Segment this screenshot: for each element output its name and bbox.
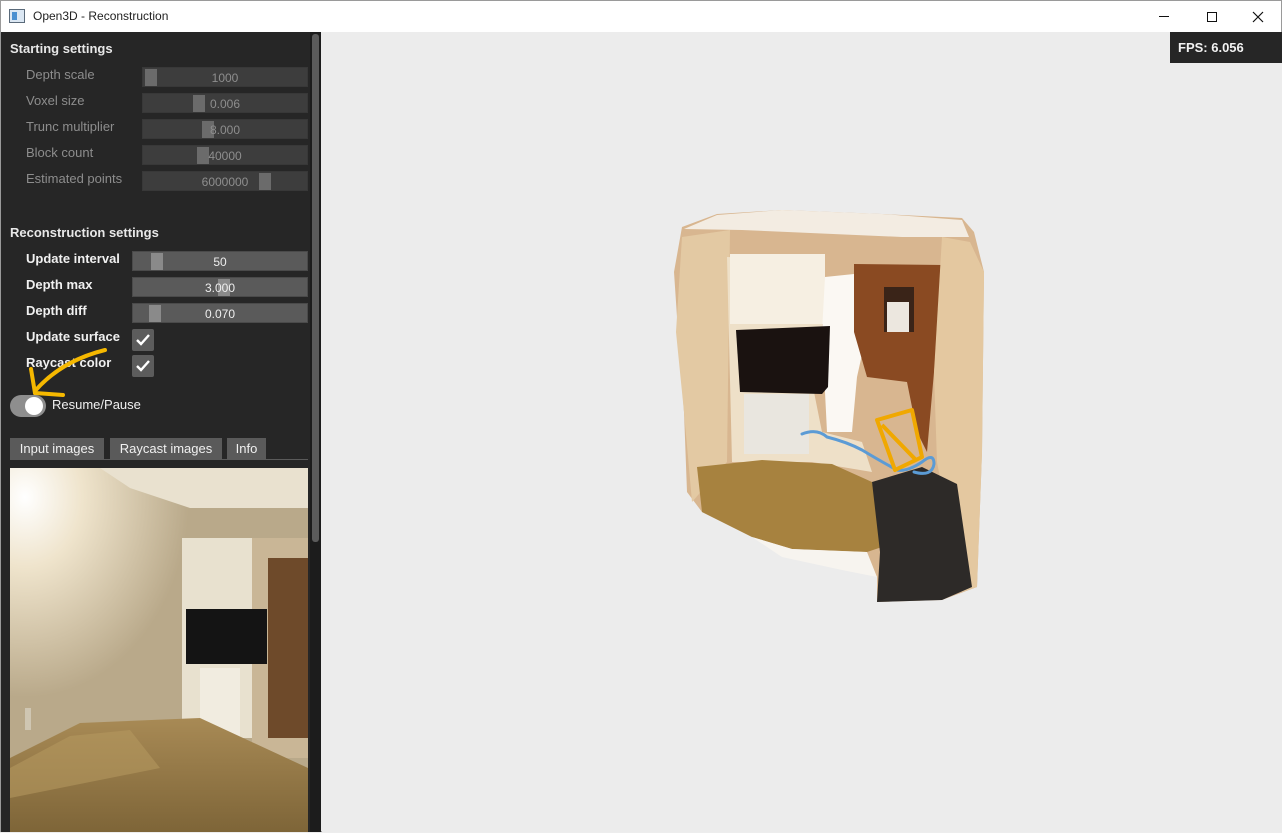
update-interval-slider[interactable]: 50: [132, 251, 308, 271]
update-surface-label: Update surface: [26, 329, 120, 344]
depth-max-slider[interactable]: 3.000: [132, 277, 308, 297]
checkmark-icon: [136, 334, 150, 346]
settings-panel: Starting settings Depth scale 1000 Voxel…: [1, 32, 321, 832]
window-title: Open3D - Reconstruction: [33, 9, 169, 23]
voxel-size-label: Voxel size: [26, 93, 85, 108]
depth-diff-value: 0.070: [204, 307, 236, 321]
sidebar-scrollbar[interactable]: [310, 32, 321, 832]
tab-raycast-images[interactable]: Raycast images: [110, 438, 222, 460]
estimated-points-value: 6000000: [201, 175, 249, 189]
tab-input-images[interactable]: Input images: [10, 438, 104, 460]
depth-max-label: Depth max: [26, 277, 93, 292]
update-interval-label: Update interval: [26, 251, 120, 266]
depth-diff-slider[interactable]: 0.070: [132, 303, 308, 323]
maximize-button[interactable]: [1189, 1, 1235, 32]
update-interval-value: 50: [213, 255, 227, 269]
starting-settings-title: Starting settings: [10, 41, 113, 56]
app-icon: [9, 9, 25, 23]
raycast-color-checkbox[interactable]: [132, 355, 154, 377]
trunc-multiplier-value: 8.000: [209, 123, 241, 137]
resume-pause-label: Resume/Pause: [52, 397, 141, 412]
voxel-size-slider[interactable]: 0.006: [142, 93, 308, 113]
reconstruction-settings-title: Reconstruction settings: [10, 225, 159, 240]
minimize-button[interactable]: [1141, 1, 1187, 32]
depth-max-value: 3.000: [204, 281, 236, 295]
estimated-points-label: Estimated points: [26, 171, 123, 186]
input-image-preview: [10, 468, 308, 832]
minimize-icon: [1159, 16, 1169, 17]
update-surface-checkbox[interactable]: [132, 329, 154, 351]
resume-pause-toggle[interactable]: [10, 395, 46, 417]
block-count-slider[interactable]: 40000: [142, 145, 308, 165]
depth-scale-label: Depth scale: [26, 67, 95, 82]
toggle-knob: [25, 397, 43, 415]
block-count-value: 40000: [208, 149, 242, 163]
trunc-multiplier-label: Trunc multiplier: [26, 119, 115, 134]
depth-scale-value: 1000: [211, 71, 239, 85]
app-window: Open3D - Reconstruction Starting setting…: [0, 0, 1282, 832]
block-count-label: Block count: [26, 145, 94, 160]
title-bar: Open3D - Reconstruction: [1, 1, 1281, 32]
trunc-multiplier-slider[interactable]: 8.000: [142, 119, 308, 139]
close-button[interactable]: [1235, 1, 1281, 32]
3d-viewport[interactable]: FPS: 6.056: [322, 32, 1282, 832]
maximize-icon: [1207, 11, 1217, 22]
reconstructed-mesh: [674, 210, 984, 602]
tab-info[interactable]: Info: [227, 438, 266, 460]
voxel-size-value: 0.006: [209, 97, 241, 111]
room-photo: [10, 468, 308, 832]
raycast-color-label: Raycast color: [26, 355, 112, 370]
tab-divider: [10, 459, 308, 460]
close-icon: [1252, 11, 1264, 22]
depth-diff-label: Depth diff: [26, 303, 87, 318]
depth-scale-slider[interactable]: 1000: [142, 67, 308, 87]
scrollbar-thumb[interactable]: [312, 34, 319, 542]
estimated-points-slider[interactable]: 6000000: [142, 171, 308, 191]
checkmark-icon: [136, 360, 150, 372]
